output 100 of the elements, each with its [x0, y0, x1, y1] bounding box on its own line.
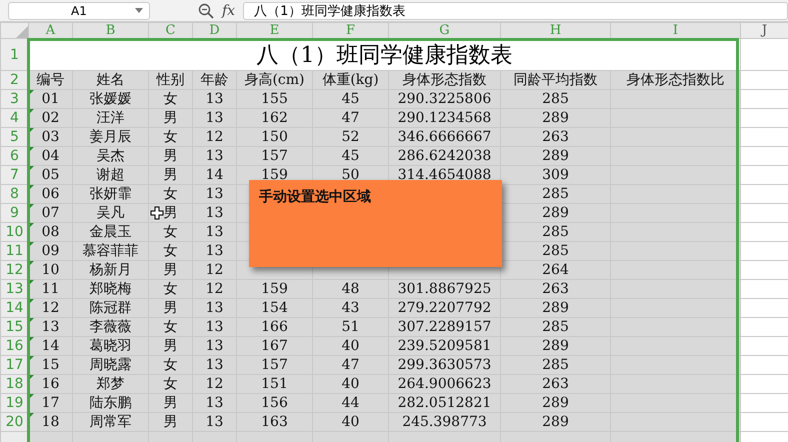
column-header[interactable]: B [72, 22, 148, 38]
table-cell: 151 [261, 376, 288, 392]
row-header[interactable]: 4 [0, 108, 28, 128]
table-cell: 155 [261, 91, 288, 107]
table-cell: 159 [261, 281, 288, 297]
table-cell: 282.0512821 [398, 395, 492, 411]
row-header[interactable]: 17 [0, 356, 28, 374]
table-cell: 162 [261, 110, 288, 126]
name-box[interactable]: A1 [8, 2, 150, 20]
column-title-cell: 姓名 [72, 70, 148, 90]
table-cell: 郑梦 [96, 376, 124, 392]
table-cell: 13 [42, 319, 60, 335]
row-header[interactable]: 9 [0, 204, 28, 222]
column-header[interactable]: D [192, 22, 236, 38]
row-header[interactable]: 11 [0, 242, 28, 260]
table-cell: 女 [164, 357, 178, 373]
table-cell: 289 [542, 338, 569, 354]
table-cell: 男 [164, 167, 178, 183]
row-header[interactable]: 5 [0, 128, 28, 146]
column-header[interactable]: J [740, 22, 788, 38]
table-cell: 12 [42, 300, 60, 316]
table-cell: 13 [206, 319, 224, 335]
row-header[interactable]: 12 [0, 260, 28, 280]
table-cell: 10 [42, 262, 60, 278]
table-cell: 汪洋 [96, 110, 124, 126]
table-cell: 13 [206, 300, 224, 316]
row-header[interactable]: 6 [0, 146, 28, 166]
table-cell: 301.8867925 [398, 281, 492, 297]
sheet-title: 八（1）班同学健康指数表 [256, 42, 512, 68]
row-header[interactable]: 10 [0, 222, 28, 242]
triangle-icon [16, 26, 28, 38]
table-cell: 48 [342, 281, 360, 297]
table-cell: 男 [164, 110, 178, 126]
table-cell: 289 [542, 148, 569, 164]
table-cell: 245.398773 [402, 414, 487, 430]
table-cell: 264 [542, 262, 569, 278]
table-cell: 157 [261, 357, 288, 373]
row-header[interactable]: 20 [0, 412, 28, 432]
row-header[interactable]: 7 [0, 166, 28, 184]
table-cell: 289 [542, 110, 569, 126]
table-cell: 04 [42, 148, 60, 164]
row-header[interactable]: 14 [0, 298, 28, 318]
table-cell: 慕容菲菲 [82, 243, 138, 259]
table-cell: 男 [164, 338, 178, 354]
column-header[interactable]: H [500, 22, 610, 38]
column-header[interactable]: C [148, 22, 192, 38]
table-cell: 13 [206, 186, 224, 202]
table-cell: 13 [206, 395, 224, 411]
table-cell: 03 [42, 129, 60, 145]
column-header[interactable]: G [388, 22, 500, 38]
column-title-cell: 体重(kg) [312, 70, 388, 90]
table-cell: 女 [164, 224, 178, 240]
table-cell: 13 [206, 414, 224, 430]
table-cell: 285 [542, 319, 569, 335]
function-label[interactable]: fx [222, 2, 236, 18]
table-cell: 346.6666667 [398, 129, 492, 145]
column-header[interactable]: F [312, 22, 388, 38]
table-cell: 女 [164, 243, 178, 259]
table-cell: 谢超 [96, 167, 124, 183]
table-cell: 吴杰 [96, 148, 124, 164]
table-cell: 40 [342, 414, 360, 430]
table-cell: 杨新月 [90, 262, 132, 278]
column-title-cell: 身体形态指数 [388, 70, 500, 90]
row-header[interactable]: 13 [0, 280, 28, 298]
table-cell: 289 [542, 414, 569, 430]
column-header[interactable]: A [28, 22, 72, 38]
table-cell: 男 [164, 262, 178, 278]
search-icon[interactable] [198, 2, 214, 18]
table-cell: 13 [206, 357, 224, 373]
table-cell: 299.3630573 [398, 357, 492, 373]
table-cell: 150 [261, 129, 288, 145]
row-header[interactable]: 18 [0, 374, 28, 394]
table-cell: 44 [342, 395, 360, 411]
table-cell: 02 [42, 110, 60, 126]
table-cell: 290.1234568 [398, 110, 492, 126]
table-cell: 01 [42, 91, 60, 107]
table-cell: 309 [542, 167, 569, 183]
table-cell: 289 [542, 205, 569, 221]
table-cell: 18 [42, 414, 60, 430]
column-header[interactable]: E [236, 22, 312, 38]
row-header[interactable]: 19 [0, 394, 28, 412]
formula-field[interactable]: 八（1）班同学健康指数表 [243, 2, 788, 20]
table-cell: 09 [42, 243, 60, 259]
row-header[interactable]: 15 [0, 318, 28, 336]
table-cell: 285 [542, 243, 569, 259]
table-cell: 女 [164, 376, 178, 392]
table-cell: 314.4654088 [398, 167, 492, 183]
row-header[interactable]: 16 [0, 336, 28, 356]
table-cell: 08 [42, 224, 60, 240]
table-cell: 290.3225806 [398, 91, 492, 107]
row-header[interactable]: 2 [0, 70, 28, 90]
table-cell: 12 [206, 129, 224, 145]
table-cell: 16 [42, 376, 60, 392]
row-header[interactable]: 8 [0, 184, 28, 204]
table-cell: 13 [206, 205, 224, 221]
table-cell: 女 [164, 281, 178, 297]
row-header[interactable]: 1 [0, 38, 28, 70]
column-header[interactable]: I [610, 22, 740, 38]
table-cell: 13 [206, 148, 224, 164]
row-header[interactable]: 3 [0, 90, 28, 108]
